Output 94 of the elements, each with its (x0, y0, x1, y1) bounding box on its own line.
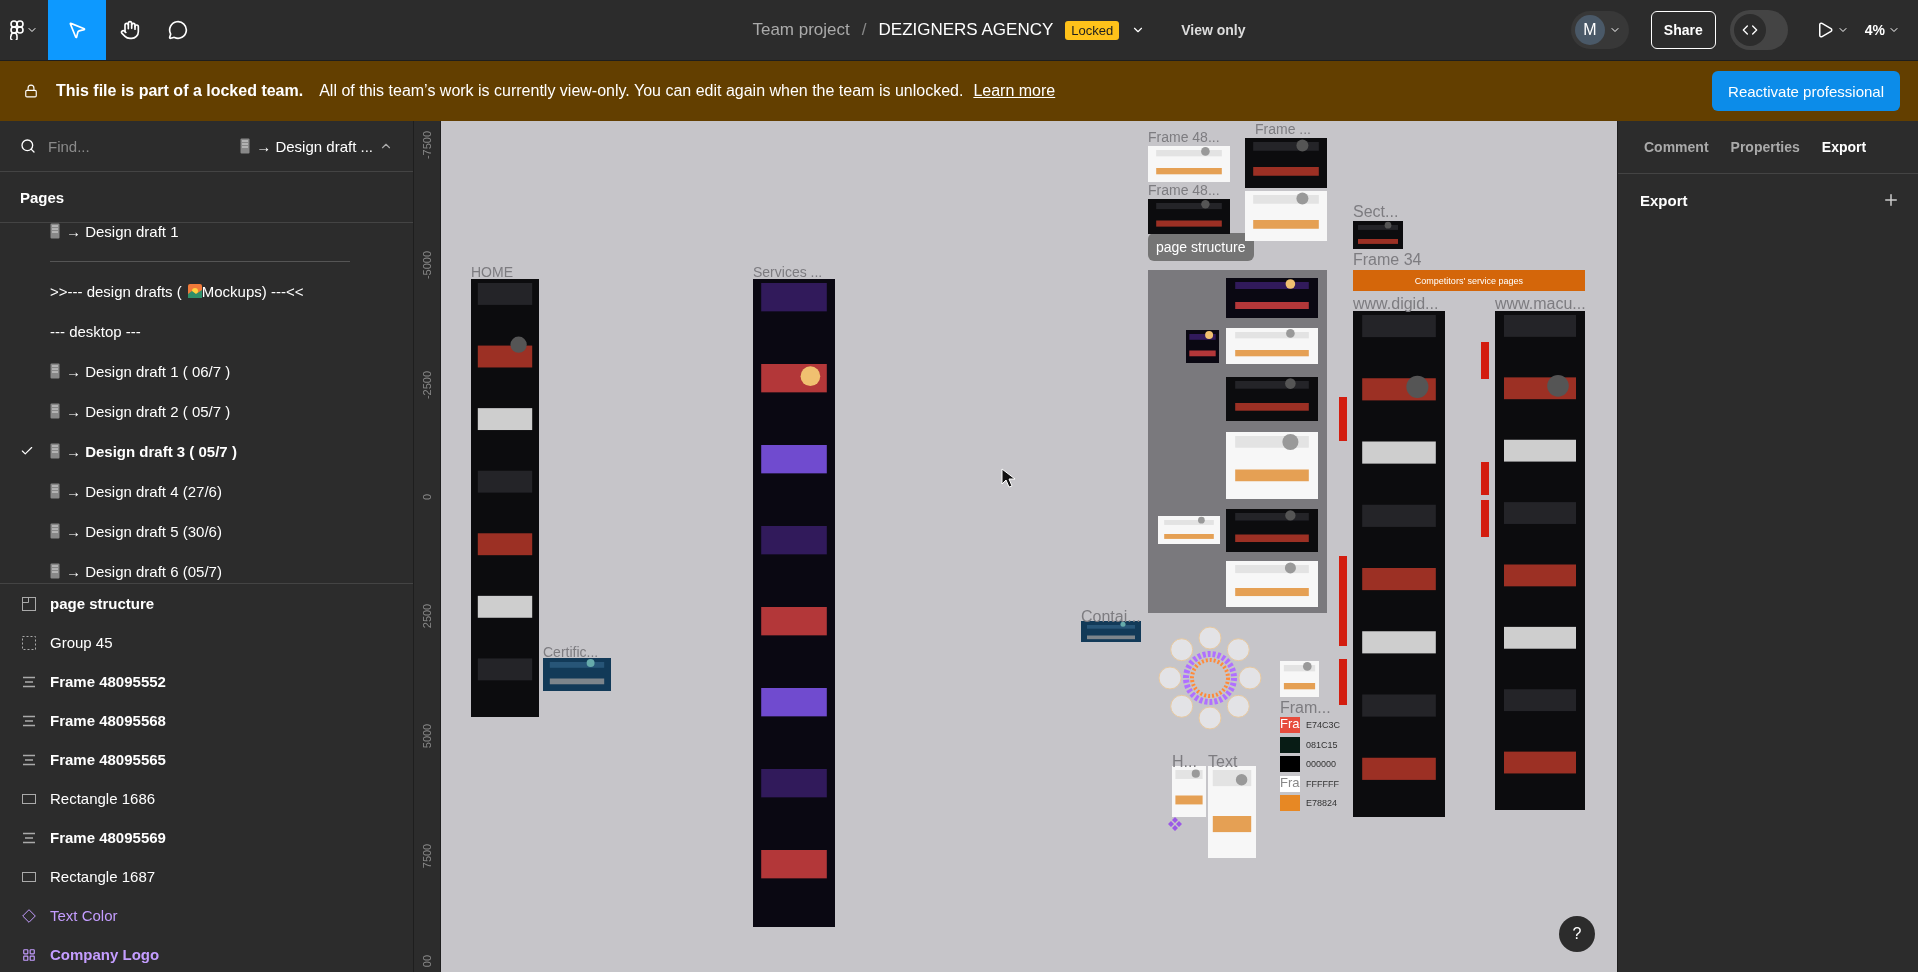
frame-label[interactable]: Fra (1280, 716, 1300, 731)
landscape-icon (187, 284, 202, 298)
search-field[interactable]: Find... (46, 136, 200, 156)
ruler-label: -5000 (421, 250, 433, 280)
reactivate-button[interactable]: Reactivate professional (1712, 71, 1900, 111)
ruler-label: 7500 (421, 843, 433, 869)
pointer-icon (67, 20, 87, 40)
color-code: 000000 (1306, 759, 1337, 769)
ruler-label: -2500 (421, 370, 433, 400)
team-name[interactable]: Team project (752, 20, 850, 40)
phone-icon (50, 223, 60, 239)
color-code: E74C3C (1306, 720, 1341, 730)
group-icon (22, 635, 36, 650)
banner-message: All of this team’s work is currently view-only. You can edit again when the team is unlocked. (319, 82, 964, 100)
component-icon (1168, 817, 1182, 831)
learn-more-link[interactable]: Learn more (973, 82, 1056, 100)
banner-title: This file is part of a locked team. (56, 82, 304, 100)
lines-icon (22, 830, 36, 845)
ruler-label: 00 (421, 954, 433, 968)
layer-item[interactable]: page structure (50, 595, 155, 612)
layer-item[interactable]: Text Color (50, 907, 118, 924)
marker-bar (1481, 500, 1489, 537)
zoom-menu[interactable]: 4% (1860, 18, 1904, 42)
layer-item[interactable]: Company Logo (50, 946, 160, 963)
page-item[interactable]: → Design draft 2 ( 05/7 ) (66, 402, 231, 420)
page-heading[interactable]: Mockups) ---<< (201, 282, 304, 300)
phone-icon (50, 523, 60, 539)
page-item[interactable]: → Design draft 1 ( 06/7 ) (66, 362, 231, 380)
layer-item[interactable]: Frame 48095552 (50, 673, 166, 690)
layer-item[interactable]: Rectangle 1686 (50, 790, 156, 807)
page-item[interactable]: → Design draft 5 (30/6) (66, 522, 222, 540)
lines-icon (22, 713, 36, 728)
phone-icon (50, 443, 60, 459)
layer-item[interactable]: Rectangle 1687 (50, 868, 156, 885)
layer-item[interactable]: Group 45 (50, 634, 113, 651)
phone-icon (240, 138, 251, 154)
lock-icon (24, 84, 38, 98)
ruler-label: 5000 (421, 723, 433, 749)
pages-heading: Pages (0, 172, 413, 223)
marker-bar (1481, 342, 1489, 379)
code-icon (1741, 22, 1758, 38)
lines-icon (22, 752, 36, 767)
section-icon (22, 596, 36, 611)
rectangle-icon (22, 793, 36, 804)
page-item[interactable]: → Design draft 3 ( 05/7 ) (66, 442, 237, 460)
page-selector[interactable]: → Design draft ... (234, 136, 399, 156)
logo-icon (10, 20, 24, 40)
page-heading[interactable]: --- desktop --- (50, 322, 141, 340)
view-mode-label: View only (1181, 22, 1246, 38)
marker-bar (1339, 659, 1347, 705)
ruler-label: 0 (421, 493, 433, 501)
panel-tab[interactable]: Properties (1726, 139, 1804, 155)
avatar-menu[interactable]: M (1570, 11, 1629, 49)
color-code: FFFFFF (1306, 778, 1339, 789)
color-code: E78824 (1306, 798, 1338, 808)
frame-label[interactable]: Fra (1280, 774, 1300, 790)
color-code: 081C15 (1306, 739, 1338, 750)
panel-tab[interactable]: Comment (1640, 139, 1713, 155)
avatar: M (1574, 15, 1605, 45)
lines-icon (22, 674, 36, 689)
dev-mode-toggle[interactable] (1729, 10, 1788, 50)
layer-item[interactable]: Frame 48095565 (50, 751, 166, 768)
export-heading: Export (1640, 191, 1688, 209)
grid-icon (22, 947, 36, 962)
marker-bar (1339, 397, 1347, 441)
phone-icon (50, 483, 60, 499)
search-icon (20, 138, 36, 154)
page-heading[interactable]: >>--- design drafts ( (50, 282, 182, 300)
help-button[interactable]: ? (1559, 916, 1595, 952)
section-label[interactable]: page structure (1148, 233, 1254, 261)
rectangle-icon (22, 871, 36, 882)
share-button[interactable]: Share (1650, 11, 1716, 49)
note-bar: Competitors' service pages (1353, 270, 1585, 291)
cursor-icon (1001, 468, 1017, 488)
ruler-label: -7500 (421, 130, 433, 160)
layer-item[interactable]: Frame 48095569 (50, 829, 166, 846)
phone-icon (50, 563, 60, 579)
panel-tab[interactable]: Export (1817, 139, 1871, 155)
phone-icon (50, 403, 60, 419)
ruler-label: 2500 (421, 603, 433, 629)
file-name[interactable]: DEZIGNERS AGENCY (878, 20, 1054, 40)
diamond-icon (22, 908, 36, 923)
locked-badge: Locked (1065, 20, 1120, 40)
add-icon[interactable] (1882, 191, 1900, 209)
phone-icon (50, 363, 60, 379)
breadcrumb-separator: / (861, 20, 867, 40)
layer-item[interactable]: Frame 48095568 (50, 712, 166, 729)
comment-icon (168, 20, 188, 40)
check-icon (20, 444, 34, 458)
page-item[interactable]: → Design draft 4 (27/6) (66, 482, 222, 500)
page-item[interactable]: → Design draft 1 (66, 223, 179, 240)
page-item[interactable]: → Design draft 6 (05/7) (66, 562, 222, 580)
hand-icon (120, 20, 140, 40)
marker-bar (1481, 462, 1489, 495)
